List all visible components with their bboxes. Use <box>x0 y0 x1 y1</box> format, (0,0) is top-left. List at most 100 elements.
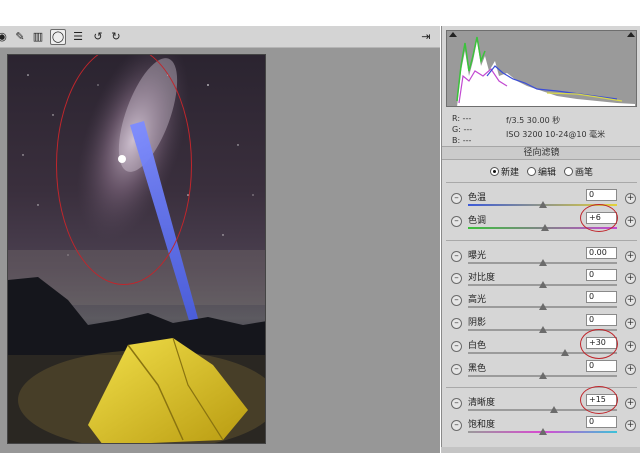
value-input[interactable]: 0 <box>586 360 617 372</box>
panel-title: 径向滤镜 <box>442 146 640 160</box>
radio-new[interactable] <box>489 166 499 176</box>
value-input[interactable]: 0.00 <box>586 247 617 259</box>
photo-preview[interactable] <box>7 54 266 444</box>
decrease-button[interactable]: – <box>451 273 462 284</box>
decrease-button[interactable]: – <box>451 318 462 329</box>
slider-thumb[interactable] <box>541 224 550 231</box>
value-input[interactable]: +30 <box>586 337 617 349</box>
slider-temperature: – 色温 0 + <box>442 189 640 211</box>
decrease-button[interactable]: – <box>451 420 462 431</box>
slider-label: 曝光 <box>468 251 487 261</box>
radio-brush[interactable] <box>564 166 573 176</box>
graduated-filter-icon[interactable]: ▥ <box>30 29 46 45</box>
mask-mode-group: 新建 编辑 画笔 <box>442 163 640 179</box>
increase-button[interactable]: + <box>625 295 636 306</box>
camera-info: R: --- G: --- B: --- f/3.5 30.00 秒 ISO 3… <box>446 110 637 145</box>
decrease-button[interactable]: – <box>451 398 462 409</box>
slider-shadows: – 阴影 0 + <box>442 314 640 336</box>
slider-label: 饱和度 <box>468 420 496 430</box>
slider-thumb[interactable] <box>538 259 547 266</box>
bright-star <box>118 155 126 163</box>
adjustment-panel: R: --- G: --- B: --- f/3.5 30.00 秒 ISO 3… <box>441 26 640 453</box>
preferences-icon[interactable]: ☰ <box>70 29 86 45</box>
slider-thumb[interactable] <box>538 326 547 333</box>
mode-new-label: 新建 <box>500 167 519 178</box>
decrease-button[interactable]: – <box>451 341 462 352</box>
increase-button[interactable]: + <box>625 364 636 375</box>
slider-tint: – 色调 +6 + <box>442 212 640 234</box>
rgb-readout-g: G: --- <box>452 125 473 134</box>
slider-track[interactable] <box>468 409 617 411</box>
slider-label: 清晰度 <box>468 398 496 408</box>
slider-label: 色调 <box>468 216 487 226</box>
slider-blacks: – 黑色 0 + <box>442 360 640 382</box>
histogram <box>446 30 637 107</box>
fullscreen-icon[interactable]: ⇥ <box>418 29 434 45</box>
iso-lens-info: ISO 3200 10-24@10 毫米 <box>506 130 606 139</box>
slider-thumb[interactable] <box>538 303 547 310</box>
panel-footer <box>441 447 640 453</box>
slider-label: 白色 <box>468 341 487 351</box>
mode-brush-label: 画笔 <box>575 167 594 178</box>
increase-button[interactable]: + <box>625 318 636 329</box>
slider-thumb[interactable] <box>538 281 547 288</box>
slider-label: 黑色 <box>468 364 487 374</box>
slider-thumb[interactable] <box>538 201 547 208</box>
slider-label: 高光 <box>468 295 487 305</box>
slider-thumb[interactable] <box>549 406 558 413</box>
slider-clarity: – 清晰度 +15 + <box>442 394 640 416</box>
shadow-clipping-icon[interactable] <box>449 32 457 37</box>
increase-button[interactable]: + <box>625 251 636 262</box>
slider-whites: – 白色 +30 + <box>442 337 640 359</box>
slider-thumb[interactable] <box>560 349 569 356</box>
decrease-button[interactable]: – <box>451 295 462 306</box>
increase-button[interactable]: + <box>625 341 636 352</box>
brush-icon[interactable]: ✎ <box>12 29 28 45</box>
rotate-right-icon[interactable]: ↻ <box>108 29 124 45</box>
decrease-button[interactable]: – <box>451 251 462 262</box>
top-strip <box>0 0 640 26</box>
decrease-button[interactable]: – <box>451 216 462 227</box>
divider <box>446 240 637 241</box>
slider-contrast: – 对比度 0 + <box>442 269 640 291</box>
slider-label: 对比度 <box>468 273 496 283</box>
mode-edit[interactable]: 编辑 <box>526 165 556 178</box>
increase-button[interactable]: + <box>625 216 636 227</box>
histogram-graph <box>456 36 635 106</box>
photo-scene <box>8 55 265 443</box>
slider-label: 色温 <box>468 193 487 203</box>
highlight-clipping-icon[interactable] <box>627 32 635 37</box>
slider-highlights: – 高光 0 + <box>442 291 640 313</box>
slider-saturation: – 饱和度 0 + <box>442 416 640 438</box>
toolbar: ◉ ✎ ▥ ◯ ☰ ↺ ↻ ⇥ <box>0 26 440 48</box>
rotate-left-icon[interactable]: ↺ <box>90 29 106 45</box>
divider <box>446 182 637 183</box>
value-input[interactable]: 0 <box>586 416 617 428</box>
decrease-button[interactable]: – <box>451 364 462 375</box>
value-input[interactable]: 0 <box>586 189 617 201</box>
exposure-info: f/3.5 30.00 秒 <box>506 116 561 125</box>
slider-track[interactable] <box>468 352 617 354</box>
value-input[interactable]: 0 <box>586 314 617 326</box>
mode-brush[interactable]: 画笔 <box>564 165 593 178</box>
canvas-area: ◉ ✎ ▥ ◯ ☰ ↺ ↻ ⇥ <box>0 26 440 453</box>
increase-button[interactable]: + <box>625 193 636 204</box>
slider-thumb[interactable] <box>538 428 547 435</box>
increase-button[interactable]: + <box>625 273 636 284</box>
eye-icon[interactable]: ◉ <box>0 29 10 45</box>
slider-label: 阴影 <box>468 318 487 328</box>
increase-button[interactable]: + <box>625 420 636 431</box>
rgb-readout-r: R: --- <box>452 114 472 123</box>
divider <box>446 387 637 388</box>
slider-thumb[interactable] <box>538 372 547 379</box>
mode-new[interactable]: 新建 <box>489 165 519 178</box>
value-input[interactable]: +6 <box>586 212 617 224</box>
rgb-readout-b: B: --- <box>452 136 472 145</box>
value-input[interactable]: 0 <box>586 269 617 281</box>
increase-button[interactable]: + <box>625 398 636 409</box>
decrease-button[interactable]: – <box>451 193 462 204</box>
radio-edit[interactable] <box>526 166 536 176</box>
value-input[interactable]: +15 <box>586 394 617 406</box>
value-input[interactable]: 0 <box>586 291 617 303</box>
radial-filter-icon[interactable]: ◯ <box>50 29 66 45</box>
